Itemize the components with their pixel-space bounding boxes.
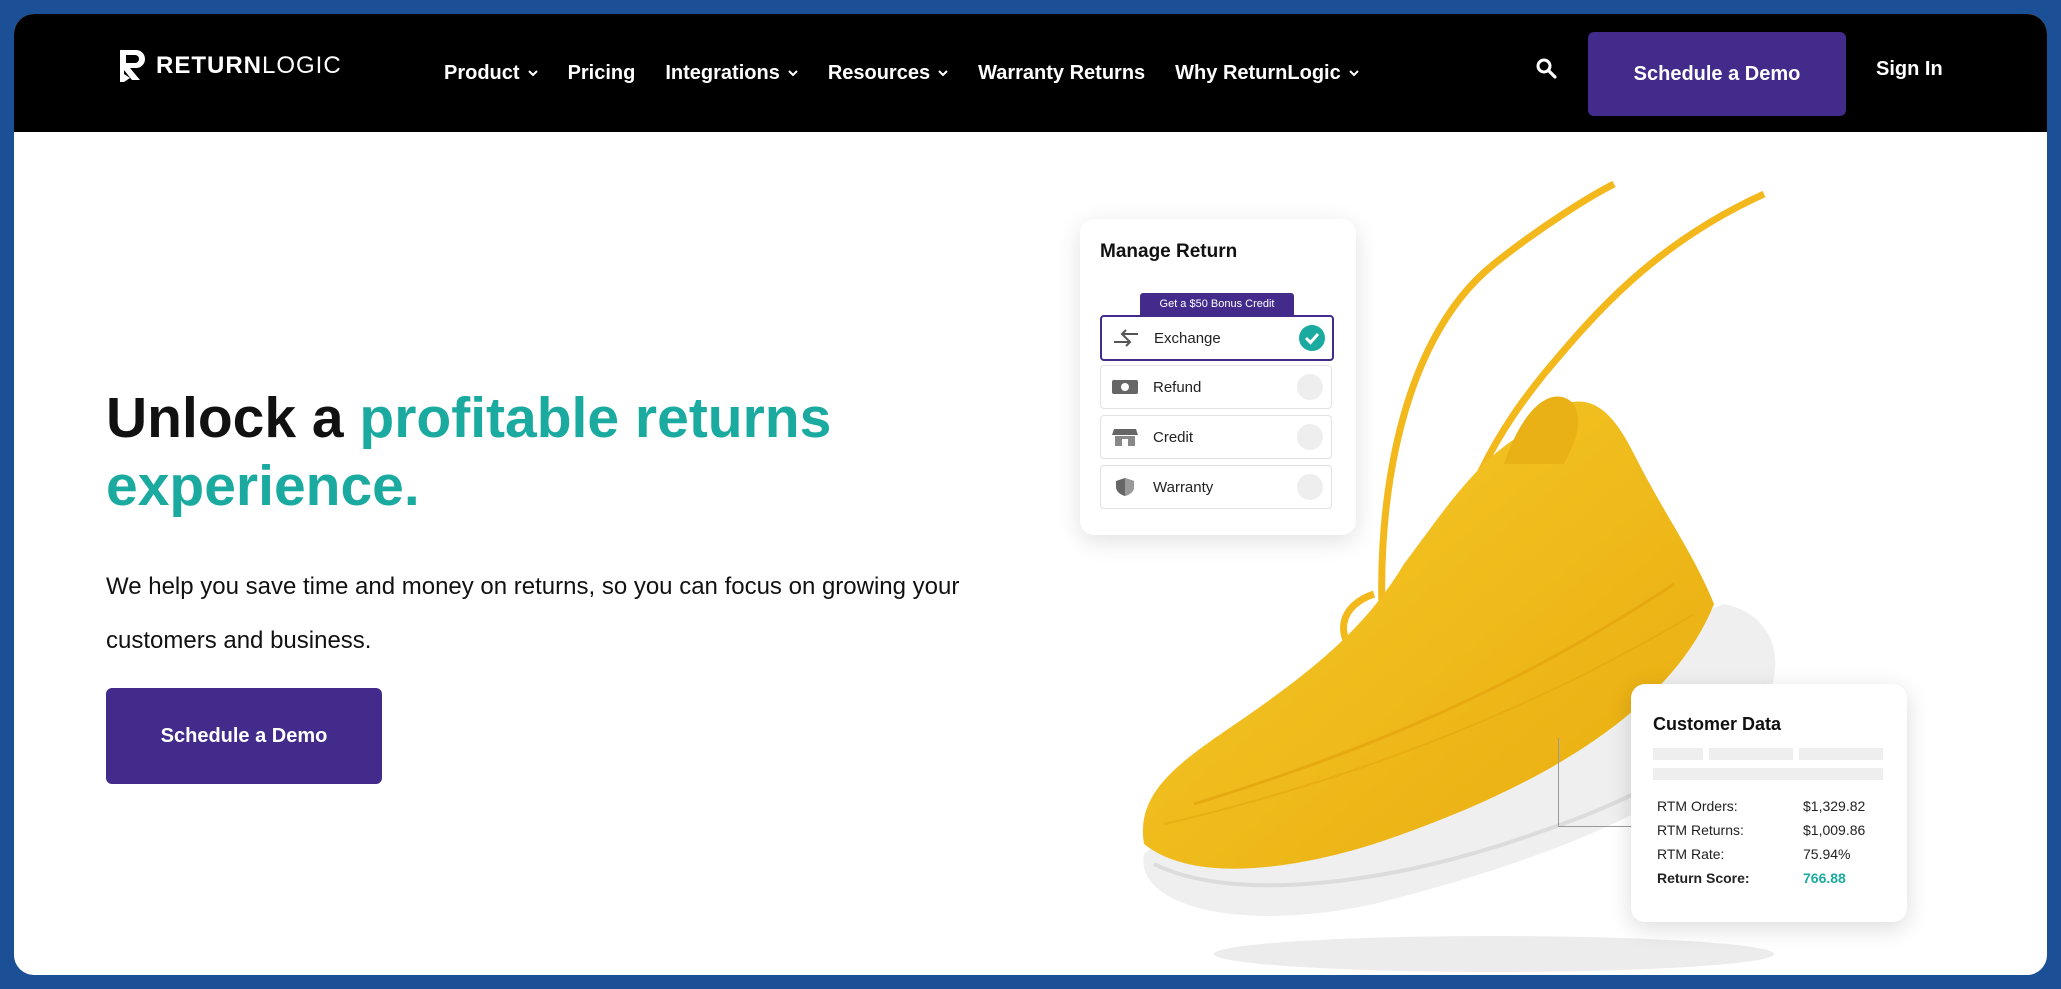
nav-why-returnlogic-label: Why ReturnLogic	[1175, 61, 1341, 84]
option-credit-label: Credit	[1153, 428, 1194, 446]
data-row-orders: RTM Orders: $1,329.82	[1657, 798, 1887, 814]
customer-data-card: Customer Data RTM Orders: $1,329.82 RTM …	[1631, 684, 1907, 922]
placeholder-bar	[1709, 748, 1793, 760]
search-icon[interactable]	[1534, 56, 1560, 82]
radio-unselected[interactable]	[1297, 374, 1323, 400]
brand-logo[interactable]: RETURNLOGIC	[116, 46, 342, 86]
top-nav: RETURNLOGIC Product Pricing Integrations…	[14, 14, 2047, 132]
shield-icon	[1116, 478, 1134, 496]
option-exchange-label: Exchange	[1154, 329, 1221, 347]
hero-subtitle: We help you save time and money on retur…	[106, 573, 960, 654]
option-refund-label: Refund	[1153, 378, 1202, 396]
nav-resources-label: Resources	[827, 61, 931, 84]
hero-title-plain: Unlock a	[106, 386, 360, 450]
returnlogic-logo-icon	[120, 50, 145, 82]
page: RETURNLOGIC Product Pricing Integrations…	[14, 14, 2047, 975]
data-row-return-score: Return Score: 766.88	[1657, 870, 1887, 886]
nav-warranty-returns[interactable]: Warranty Returns	[978, 62, 1145, 85]
placeholder-bar	[1799, 748, 1883, 760]
placeholder-bar	[1653, 748, 1703, 760]
option-refund[interactable]: Refund	[1100, 365, 1332, 409]
manage-return-title: Manage Return	[1100, 241, 1238, 262]
brand-wordmark: RETURNLOGIC	[156, 52, 342, 79]
nav-product[interactable]: Product	[444, 62, 538, 85]
option-exchange[interactable]: Exchange	[1100, 315, 1334, 361]
nav-why-returnlogic[interactable]: Why ReturnLogic	[1175, 62, 1359, 85]
nav-resources[interactable]: Resources	[828, 62, 948, 85]
data-row-returns: RTM Returns: $1,009.86	[1657, 822, 1887, 838]
bonus-credit-badge: Get a $50 Bonus Credit	[1140, 293, 1294, 315]
data-label: RTM Orders:	[1657, 798, 1738, 814]
hero-title: Unlock a profitable returns experience.	[106, 384, 1046, 520]
nav-integrations-label: Integrations	[665, 61, 780, 84]
store-icon	[1112, 429, 1138, 446]
radio-unselected[interactable]	[1297, 424, 1323, 450]
exchange-arrows-icon	[1114, 329, 1138, 347]
schedule-demo-nav-button[interactable]: Schedule a Demo	[1588, 32, 1846, 116]
data-value: $1,329.82	[1803, 798, 1866, 814]
chevron-down-icon	[527, 70, 538, 77]
option-warranty[interactable]: Warranty	[1100, 465, 1332, 509]
main-menu: Product Pricing Integrations Resources W…	[444, 14, 1359, 132]
sign-in-link[interactable]: Sign In	[1876, 58, 1943, 81]
data-label: Return Score:	[1657, 870, 1750, 886]
data-row-rate: RTM Rate: 75.94%	[1657, 846, 1887, 862]
data-label: RTM Rate:	[1657, 846, 1725, 862]
data-value: $1,009.86	[1803, 822, 1866, 838]
nav-pricing-label: Pricing	[567, 61, 636, 84]
data-value: 75.94%	[1803, 846, 1851, 862]
customer-data-title: Customer Data	[1653, 714, 1782, 734]
check-circle-icon	[1299, 325, 1325, 351]
nav-pricing[interactable]: Pricing	[568, 62, 636, 85]
nav-warranty-returns-label: Warranty Returns	[978, 61, 1146, 84]
chevron-down-icon	[938, 70, 948, 77]
data-label: RTM Returns:	[1657, 822, 1744, 838]
cash-icon	[1112, 380, 1138, 394]
chevron-down-icon	[1349, 70, 1359, 77]
manage-return-card: Manage Return Get a $50 Bonus Credit Exc…	[1080, 219, 1356, 535]
placeholder-bar	[1653, 768, 1883, 780]
page-frame: RETURNLOGIC Product Pricing Integrations…	[8, 8, 2053, 981]
return-score-value: 766.88	[1803, 870, 1846, 886]
connector-line	[1558, 738, 1633, 827]
schedule-demo-hero-button[interactable]: Schedule a Demo	[106, 688, 382, 784]
chevron-down-icon	[788, 70, 798, 77]
nav-product-label: Product	[444, 61, 520, 84]
option-warranty-label: Warranty	[1153, 478, 1214, 496]
nav-integrations[interactable]: Integrations	[665, 61, 798, 85]
radio-unselected[interactable]	[1297, 474, 1323, 500]
option-credit[interactable]: Credit	[1100, 415, 1332, 459]
